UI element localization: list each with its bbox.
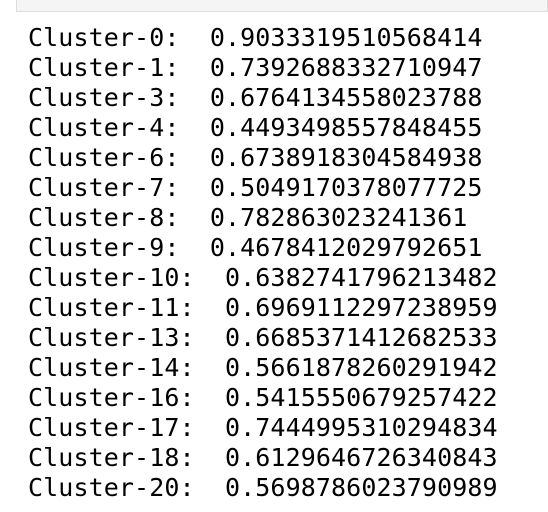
cell-output: Cluster-0: 0.9033319510568414 Cluster-1:…: [28, 23, 498, 503]
output-line: Cluster-9: 0.4678412029792651: [28, 233, 483, 262]
previous-cell-edge: [16, 0, 548, 12]
output-line: Cluster-20: 0.5698786023790989: [28, 473, 498, 502]
output-line: Cluster-6: 0.6738918304584938: [28, 143, 483, 172]
output-line: Cluster-0: 0.9033319510568414: [28, 23, 483, 52]
output-line: Cluster-13: 0.6685371412682533: [28, 323, 498, 352]
output-line: Cluster-3: 0.6764134558023788: [28, 83, 483, 112]
output-line: Cluster-18: 0.6129646726340843: [28, 443, 498, 472]
output-line: Cluster-10: 0.6382741796213482: [28, 263, 498, 292]
output-line: Cluster-16: 0.5415550679257422: [28, 383, 498, 412]
output-line: Cluster-8: 0.782863023241361: [28, 203, 468, 232]
output-line: Cluster-17: 0.7444995310294834: [28, 413, 498, 442]
output-line: Cluster-1: 0.7392688332710947: [28, 53, 483, 82]
output-line: Cluster-14: 0.5661878260291942: [28, 353, 498, 382]
output-line: Cluster-11: 0.6969112297238959: [28, 293, 498, 322]
output-line: Cluster-4: 0.4493498557848455: [28, 113, 483, 142]
output-line: Cluster-7: 0.5049170378077725: [28, 173, 483, 202]
